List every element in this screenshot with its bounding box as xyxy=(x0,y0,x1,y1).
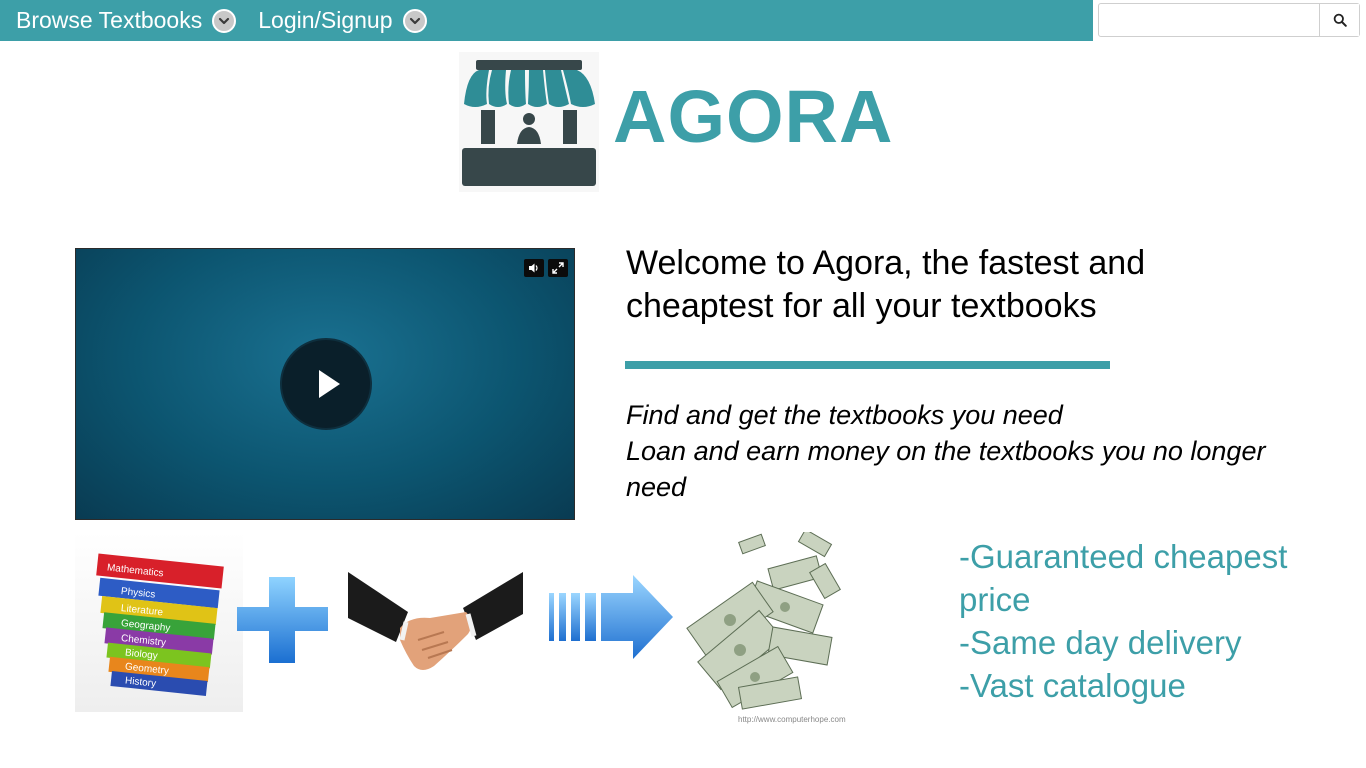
play-button[interactable] xyxy=(280,338,372,430)
feature-list: -Guaranteed cheapest price -Same day del… xyxy=(959,535,1319,707)
login-signup-menu[interactable]: Login/Signup xyxy=(258,0,427,41)
search-bar xyxy=(1098,3,1360,37)
feature-item: -Vast catalogue xyxy=(959,667,1186,704)
image-credit: http://www.computerhope.com xyxy=(738,715,846,724)
volume-button[interactable] xyxy=(524,259,544,277)
textbooks-stack-image: Mathematics Physics Literature Geography… xyxy=(75,532,243,712)
arrow-right-icon xyxy=(545,573,675,661)
chevron-down-icon[interactable] xyxy=(212,8,237,33)
top-navbar: Browse Textbooks Login/Signup xyxy=(0,0,1093,41)
browse-textbooks-menu[interactable]: Browse Textbooks xyxy=(16,0,237,41)
video-player[interactable] xyxy=(75,248,575,520)
tagline-find: Find and get the textbooks you need xyxy=(626,400,1063,430)
handshake-icon xyxy=(348,570,523,678)
brand-name: AGORA xyxy=(613,75,894,158)
fullscreen-button[interactable] xyxy=(548,259,568,277)
taglines: Find and get the textbooks you need Loan… xyxy=(626,397,1286,505)
login-signup-label: Login/Signup xyxy=(258,7,393,33)
volume-icon xyxy=(529,263,538,273)
market-stall-icon xyxy=(462,60,596,186)
play-icon xyxy=(319,370,340,398)
search-input[interactable] xyxy=(1099,4,1319,36)
money-icon xyxy=(680,528,850,712)
fullscreen-icon xyxy=(552,262,564,274)
agora-logo xyxy=(459,52,599,192)
feature-item: -Guaranteed cheapest price xyxy=(959,538,1288,618)
search-button[interactable] xyxy=(1319,4,1359,36)
chevron-down-icon[interactable] xyxy=(402,8,427,33)
plus-icon xyxy=(235,575,330,665)
tagline-loan: Loan and earn money on the textbooks you… xyxy=(626,436,1266,502)
feature-item: -Same day delivery xyxy=(959,624,1242,661)
divider xyxy=(625,361,1110,369)
welcome-heading: Welcome to Agora, the fastest and cheapt… xyxy=(626,244,1146,325)
search-icon xyxy=(1333,13,1347,27)
browse-textbooks-label: Browse Textbooks xyxy=(16,7,203,33)
